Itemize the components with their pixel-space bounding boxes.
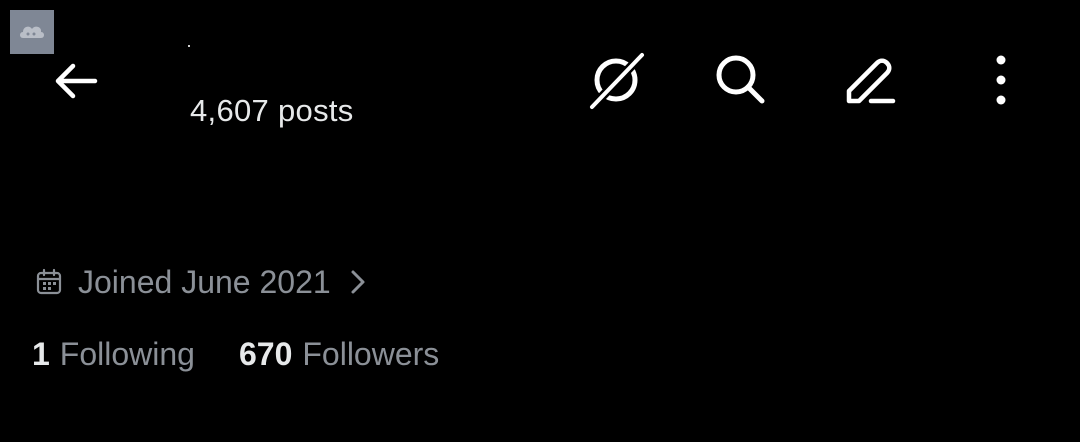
- arrow-left-icon: [55, 63, 98, 99]
- joined-date-row[interactable]: Joined June 2021: [34, 262, 369, 302]
- following-link[interactable]: 1 Following: [32, 336, 195, 373]
- more-vertical-icon: [996, 55, 1006, 105]
- follow-stats: 1 Following 670 Followers: [32, 336, 439, 373]
- following-label: Following: [59, 336, 195, 372]
- back-button[interactable]: [39, 45, 111, 117]
- avatar-cloud-icon: [20, 26, 44, 38]
- following-count: 1: [32, 336, 50, 372]
- followers-link[interactable]: 670 Followers: [239, 336, 439, 373]
- header-title-dot: [188, 45, 190, 47]
- grok-icon: [587, 50, 647, 112]
- chevron-right-icon: [349, 267, 369, 297]
- compose-icon: [846, 58, 896, 104]
- followers-count: 670: [238, 336, 293, 372]
- grok-button[interactable]: [580, 44, 652, 116]
- search-button[interactable]: [705, 44, 777, 116]
- posts-count: 4,607 posts: [190, 93, 354, 128]
- followers-label: Followers: [302, 336, 440, 372]
- compose-button[interactable]: [834, 44, 906, 116]
- search-icon: [716, 55, 765, 104]
- more-options-button[interactable]: [965, 44, 1037, 116]
- joined-date-text: Joined June 2021: [78, 263, 331, 300]
- calendar-icon: [34, 267, 64, 297]
